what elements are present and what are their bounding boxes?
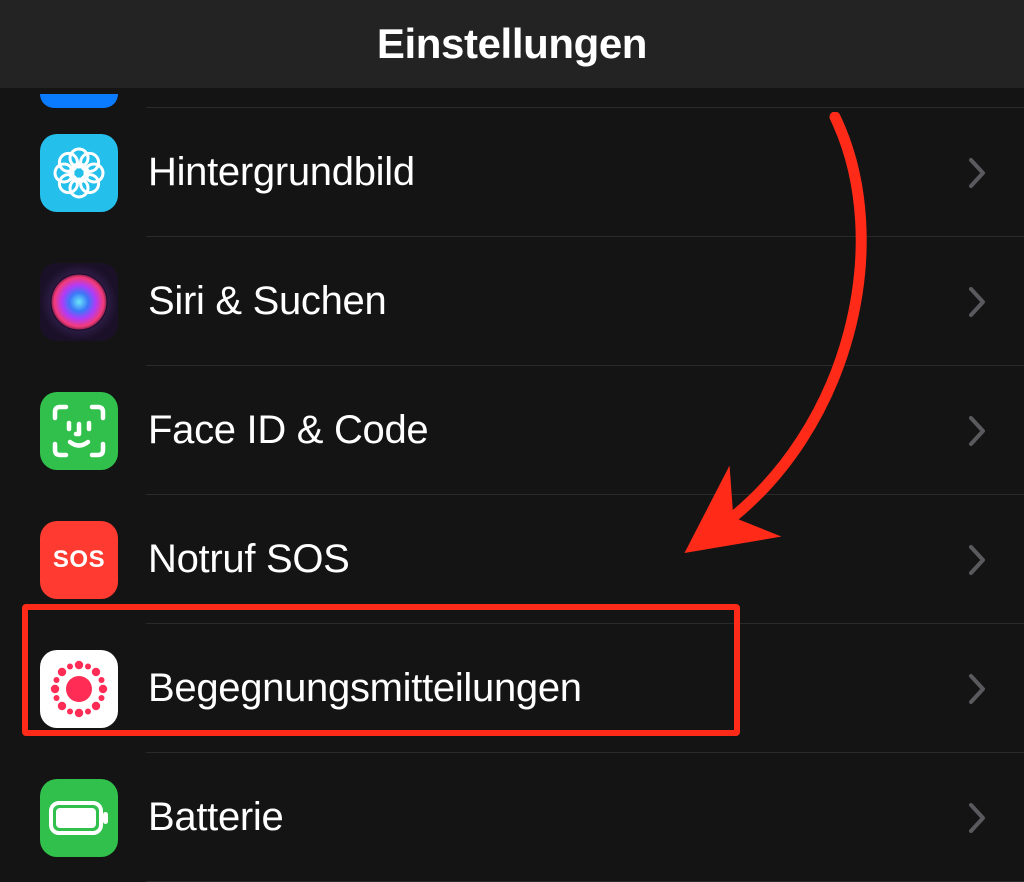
settings-row-faceid[interactable]: Face ID & Code [0,366,1024,495]
siri-icon [40,263,118,341]
sos-icon: SOS [40,521,118,599]
settings-list: Hintergrundbild S [0,88,1024,882]
header: Einstellungen [0,0,1024,88]
exposure-icon [40,650,118,728]
settings-row-siri[interactable]: Siri & Suchen [0,237,1024,366]
chevron-right-icon [968,157,986,189]
settings-row-wallpaper[interactable]: Hintergrundbild [0,108,1024,237]
row-label: Face ID & Code [148,408,968,453]
row-label: Begegnungsmitteilungen [148,666,968,711]
chevron-right-icon [968,802,986,834]
row-label: Hintergrundbild [148,150,968,195]
faceid-icon [40,392,118,470]
chevron-right-icon [968,286,986,318]
settings-row-battery[interactable]: Batterie [0,753,1024,882]
chevron-right-icon [968,544,986,576]
wallpaper-icon [40,134,118,212]
row-label: Siri & Suchen [148,279,968,324]
previous-row-icon-sliver [40,94,118,108]
settings-row-exposure[interactable]: Begegnungsmitteilungen [0,624,1024,753]
settings-row-sos[interactable]: SOS Notruf SOS [0,495,1024,624]
battery-icon [40,779,118,857]
row-label: Notruf SOS [148,537,968,582]
page-title: Einstellungen [377,20,647,68]
settings-row-partial [0,88,1024,108]
sos-icon-text: SOS [53,546,105,574]
chevron-right-icon [968,673,986,705]
chevron-right-icon [968,415,986,447]
row-label: Batterie [148,795,968,840]
